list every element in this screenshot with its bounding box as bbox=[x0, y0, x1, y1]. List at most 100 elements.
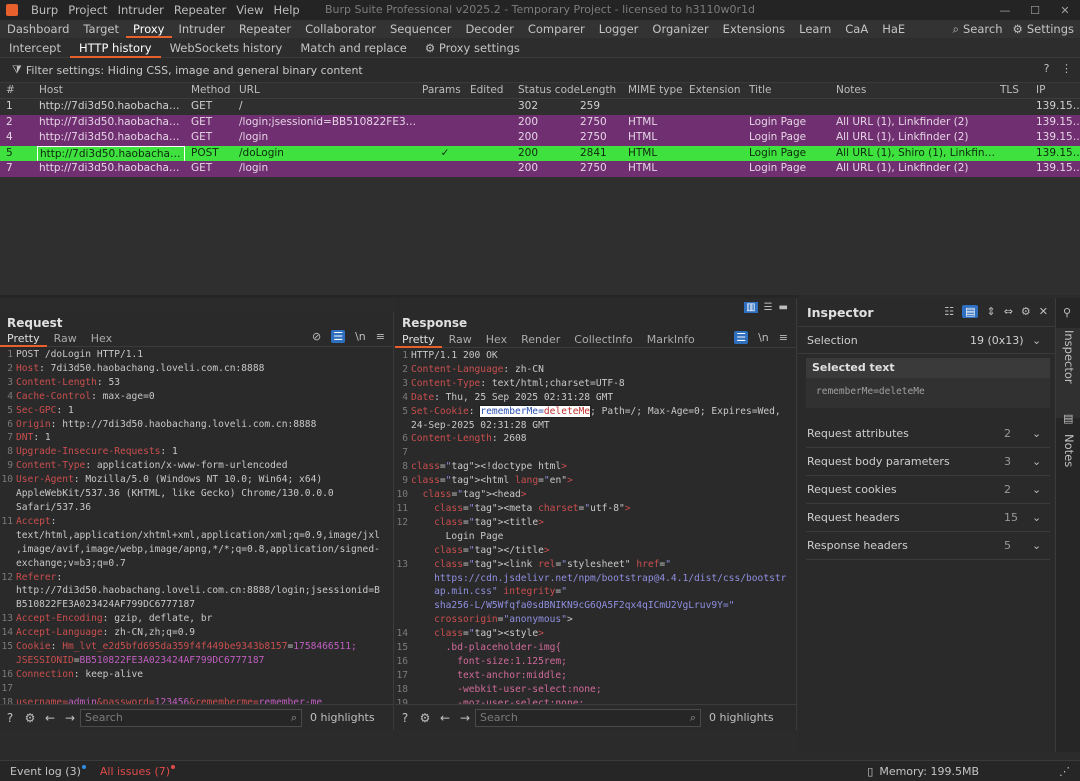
split-horizontal-icon[interactable]: ▥ bbox=[744, 302, 758, 313]
newline-icon[interactable]: \n bbox=[355, 330, 366, 343]
col-title[interactable]: Title bbox=[749, 83, 772, 99]
chevron-down-icon[interactable]: ⌄ bbox=[1032, 334, 1041, 347]
maximize-icon[interactable]: ☐ bbox=[1020, 4, 1050, 17]
table-row[interactable]: 7 http://7di3d50.haobachang.l... GET/login… bbox=[0, 161, 1080, 177]
global-search-button[interactable]: Search bbox=[963, 22, 1003, 36]
table-row[interactable]: 1 http://7di3d50.haobachang.l... GET / 302 25… bbox=[0, 99, 1080, 115]
response-editor[interactable]: 1 HTTP/1.1 200 OK 2 Content-Language: zh-CN… bbox=[395, 348, 796, 724]
col-edited[interactable]: Edited bbox=[470, 83, 503, 99]
menu-project[interactable]: Project bbox=[63, 3, 112, 17]
menu-repeater[interactable]: Repeater bbox=[169, 3, 231, 17]
http-history-table[interactable]: # Host Method URL Params Edited Status c… bbox=[0, 83, 1080, 295]
tab-extensions[interactable]: Extensions bbox=[716, 20, 792, 38]
tab-http-history[interactable]: HTTP history bbox=[69, 38, 161, 58]
col-tls[interactable]: TLS bbox=[1000, 83, 1019, 99]
tab-proxy[interactable]: Proxy bbox=[125, 20, 172, 38]
selected-text-value[interactable]: rememberMe=deleteMe bbox=[806, 378, 1050, 397]
inspector-section[interactable]: Request body parameters 3 ⌄ bbox=[806, 448, 1050, 476]
response-tab-pretty[interactable]: Pretty bbox=[395, 331, 442, 348]
response-search-input[interactable]: Search ⌕ bbox=[475, 708, 701, 727]
menu-intruder[interactable]: Intruder bbox=[113, 3, 169, 17]
selected-text-highlight[interactable]: rememberMe=deleteMe bbox=[479, 404, 592, 418]
col-notes[interactable]: Notes bbox=[836, 83, 866, 99]
event-log-button[interactable]: Event log (3) bbox=[10, 764, 86, 778]
response-tab-collectinfo[interactable]: CollectInfo bbox=[567, 331, 639, 348]
chevron-down-icon[interactable]: ⌄ bbox=[1032, 511, 1041, 524]
wrap-icon[interactable]: ☰ bbox=[734, 331, 749, 344]
help-icon[interactable]: ? bbox=[1044, 62, 1050, 75]
filter-bar[interactable]: ⧩ Filter settings: Hiding CSS, image and… bbox=[0, 58, 1080, 83]
help-icon[interactable]: ? bbox=[0, 711, 20, 725]
tab-dashboard[interactable]: Dashboard bbox=[0, 20, 76, 38]
collapse-icon[interactable]: ⇔ bbox=[1004, 305, 1013, 318]
menu-burp[interactable]: Burp bbox=[26, 3, 63, 17]
eye-off-icon[interactable]: ⊘ bbox=[312, 330, 321, 343]
tab-hae[interactable]: HaE bbox=[875, 20, 912, 38]
list-view-icon[interactable]: ☷ bbox=[944, 305, 954, 318]
gear-icon[interactable]: ⚙ bbox=[20, 711, 40, 725]
inspector-section[interactable]: Response headers 5 ⌄ bbox=[806, 532, 1050, 560]
filter-settings-text[interactable]: Filter settings: Hiding CSS, image and g… bbox=[26, 64, 363, 77]
inspector-section[interactable]: Request headers 15 ⌄ bbox=[806, 504, 1050, 532]
proxy-settings-button[interactable]: ⚙ Proxy settings bbox=[416, 38, 529, 58]
gear-icon[interactable]: ⚙ bbox=[1013, 22, 1023, 36]
col-ip[interactable]: IP bbox=[1036, 83, 1045, 99]
gear-icon[interactable]: ⚙ bbox=[415, 711, 435, 725]
inspector-section[interactable]: Request attributes 2 ⌄ bbox=[806, 420, 1050, 448]
settings-button[interactable]: Settings bbox=[1027, 22, 1074, 36]
col-url[interactable]: URL bbox=[239, 83, 260, 99]
col-mime[interactable]: MIME type bbox=[628, 83, 683, 99]
col-id[interactable]: # bbox=[6, 83, 15, 99]
tab-comparer[interactable]: Comparer bbox=[521, 20, 592, 38]
minimize-icon[interactable]: — bbox=[990, 4, 1020, 17]
response-tab-raw[interactable]: Raw bbox=[442, 331, 479, 348]
inspector-icon[interactable]: ⚲ bbox=[1063, 306, 1071, 319]
tab-organizer[interactable]: Organizer bbox=[645, 20, 715, 38]
more-options-icon[interactable]: ⋮ bbox=[1061, 62, 1072, 75]
sidebar-tab-notes[interactable]: Notes bbox=[1062, 434, 1076, 467]
tab-intercept[interactable]: Intercept bbox=[0, 38, 70, 58]
all-issues-button[interactable]: All issues (7) bbox=[100, 764, 176, 778]
gear-icon[interactable]: ⚙ bbox=[1021, 305, 1031, 318]
table-row[interactable]: 2 http://7di3d50.haobachang.l... GET/login… bbox=[0, 114, 1080, 130]
menu-icon[interactable]: ≡ bbox=[376, 330, 385, 343]
menu-help[interactable]: Help bbox=[268, 3, 304, 17]
selection-row[interactable]: Selection 19 (0x13) ⌄ bbox=[798, 326, 1054, 354]
expand-icon[interactable]: ⇕ bbox=[986, 305, 995, 318]
sidebar-tab-inspector[interactable]: Inspector bbox=[1062, 330, 1076, 384]
tab-decoder[interactable]: Decoder bbox=[458, 20, 520, 38]
col-params[interactable]: Params bbox=[422, 83, 461, 99]
tab-match-and-replace[interactable]: Match and replace bbox=[291, 38, 416, 58]
chevron-down-icon[interactable]: ⌄ bbox=[1032, 455, 1041, 468]
arrow-left-icon[interactable]: ← bbox=[40, 711, 60, 725]
detail-view-icon[interactable]: ▤ bbox=[962, 305, 979, 318]
table-row[interactable]: 5 http://7di3d50.haobachang.l... POST/doLo… bbox=[0, 145, 1080, 163]
tab-caa[interactable]: CaA bbox=[838, 20, 875, 38]
tab-target[interactable]: Target bbox=[76, 20, 126, 38]
arrow-left-icon[interactable]: ← bbox=[435, 711, 455, 725]
menu-view[interactable]: View bbox=[231, 3, 268, 17]
col-method[interactable]: Method bbox=[191, 83, 230, 99]
table-row[interactable]: 4 http://7di3d50.haobachang.l... GET/login… bbox=[0, 130, 1080, 146]
chevron-down-icon[interactable]: ⌄ bbox=[1032, 427, 1041, 440]
tab-sequencer[interactable]: Sequencer bbox=[383, 20, 458, 38]
tab-collaborator[interactable]: Collaborator bbox=[298, 20, 383, 38]
col-status[interactable]: Status code bbox=[518, 83, 580, 99]
close-window-icon[interactable]: ✕ bbox=[1050, 4, 1080, 17]
chevron-down-icon[interactable]: ⌄ bbox=[1032, 483, 1041, 496]
arrow-right-icon[interactable]: → bbox=[60, 711, 80, 725]
single-pane-icon[interactable]: ▬ bbox=[779, 302, 788, 313]
request-tab-hex[interactable]: Hex bbox=[84, 330, 119, 347]
col-length[interactable]: Length bbox=[580, 83, 616, 99]
request-search-input[interactable]: Search ⌕ bbox=[80, 708, 302, 727]
search-icon[interactable]: ⌕ bbox=[953, 22, 959, 37]
arrow-right-icon[interactable]: → bbox=[455, 711, 475, 725]
tab-logger[interactable]: Logger bbox=[592, 20, 646, 38]
tab-repeater[interactable]: Repeater bbox=[232, 20, 298, 38]
close-icon[interactable]: ✕ bbox=[1039, 305, 1048, 318]
split-vertical-icon[interactable]: ☰ bbox=[764, 302, 773, 313]
wrap-icon[interactable]: ☰ bbox=[331, 330, 346, 343]
tab-websockets-history[interactable]: WebSockets history bbox=[161, 38, 292, 58]
chevron-down-icon[interactable]: ⌄ bbox=[1032, 539, 1041, 552]
menu-icon[interactable]: ≡ bbox=[779, 331, 788, 344]
